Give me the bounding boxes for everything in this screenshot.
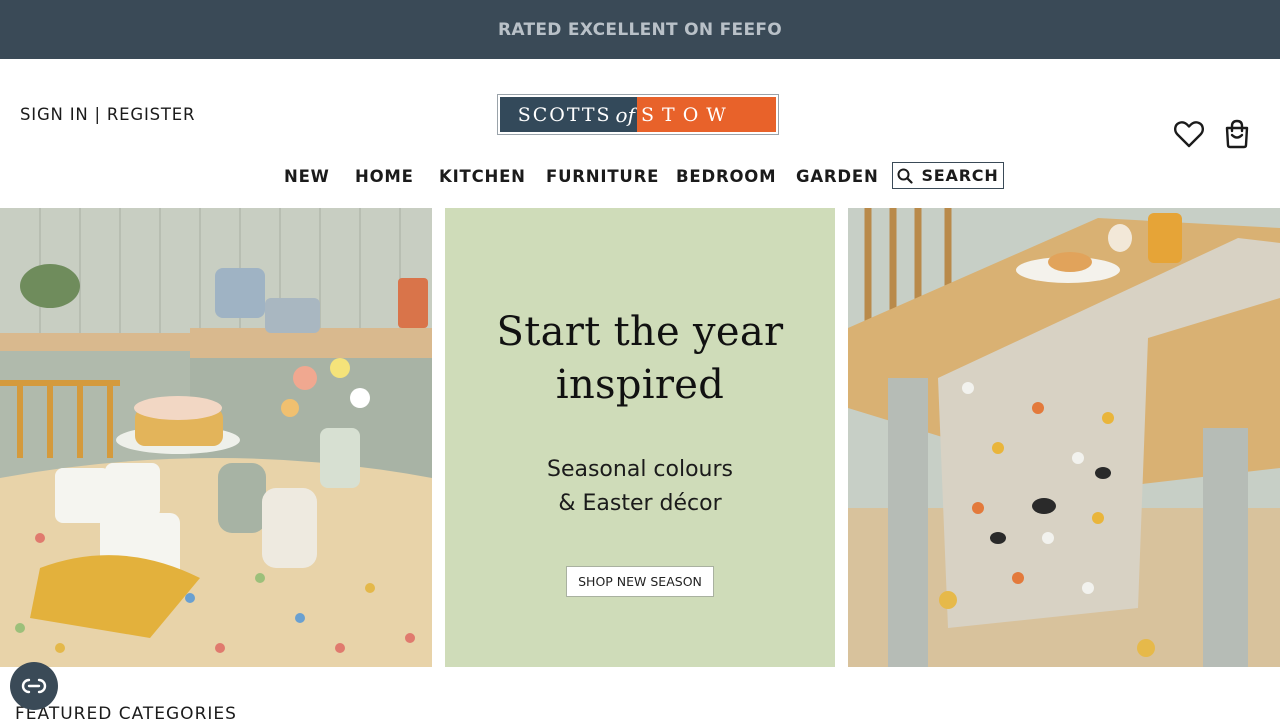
accessibility-icon: [21, 678, 47, 694]
account-links: SIGN IN | REGISTER: [20, 105, 195, 124]
nav-item-new[interactable]: NEW: [284, 167, 330, 186]
kitchen-scene-image: [0, 208, 432, 667]
search-label: SEARCH: [921, 166, 999, 185]
register-link[interactable]: REGISTER: [107, 105, 195, 124]
hero-headline-line2: inspired: [555, 362, 725, 408]
basket-button[interactable]: [1221, 118, 1253, 150]
nav-item-kitchen[interactable]: KITCHEN: [439, 167, 526, 186]
hero-headline-line1: Start the year: [496, 309, 784, 355]
table-runner-scene-image: [848, 208, 1280, 667]
site-logo[interactable]: SCOTTS of STOW: [497, 94, 779, 135]
hero-image-left[interactable]: [0, 208, 432, 667]
hero-headline: Start the year inspired: [445, 306, 835, 412]
sign-in-link[interactable]: SIGN IN: [20, 105, 89, 124]
account-separator: |: [94, 105, 101, 124]
hero-promo-panel[interactable]: Start the year inspired Seasonal colours…: [445, 208, 835, 667]
wishlist-button[interactable]: [1173, 118, 1205, 150]
hero-image-right[interactable]: [848, 208, 1280, 667]
hero-sub-line1: Seasonal colours: [546, 457, 733, 482]
nav-item-garden[interactable]: GARDEN: [796, 167, 879, 186]
promo-text: RATED EXCELLENT ON FEEFO: [497, 19, 783, 40]
logo-text-right: STOW: [637, 97, 776, 132]
hero-subheading: Seasonal colours & Easter décor: [445, 453, 835, 521]
heart-icon: [1174, 121, 1204, 148]
search-button[interactable]: SEARCH: [892, 162, 1004, 189]
accessibility-toggle-button[interactable]: [10, 662, 58, 710]
nav-item-home[interactable]: HOME: [355, 167, 414, 186]
nav-item-furniture[interactable]: FURNITURE: [546, 167, 659, 186]
nav-item-bedroom[interactable]: BEDROOM: [676, 167, 776, 186]
main-nav: NEW HOME KITCHEN FURNITURE BEDROOM GARDE…: [0, 162, 1280, 192]
logo-text-of: of: [615, 102, 635, 127]
hero-sub-line2: & Easter décor: [558, 491, 722, 516]
search-icon: [897, 168, 914, 184]
featured-categories-heading: FEATURED CATEGORIES: [15, 704, 237, 720]
logo-text-left: SCOTTS of: [500, 97, 637, 132]
shop-new-season-button[interactable]: SHOP NEW SEASON: [566, 566, 714, 597]
shopping-bag-icon: [1225, 119, 1249, 149]
promo-bar: RATED EXCELLENT ON FEEFO: [0, 0, 1280, 59]
